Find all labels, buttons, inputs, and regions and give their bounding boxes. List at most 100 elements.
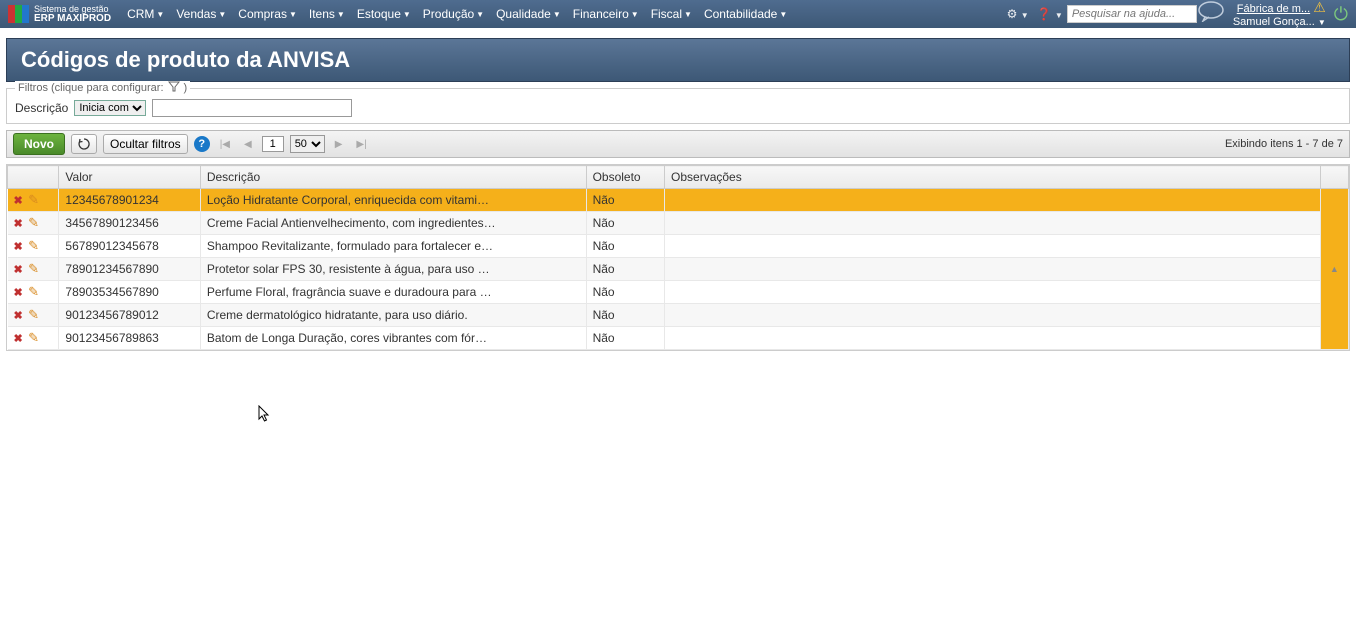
cell-obsoleto: Não xyxy=(586,281,664,304)
cell-descricao: Perfume Floral, fragrância suave e durad… xyxy=(200,281,586,304)
column-header-descricao[interactable]: Descrição xyxy=(200,166,586,189)
grid-toolbar: Novo Ocultar filtros ? |◀ ◀ 50 ▶ ▶| Exib… xyxy=(6,130,1350,158)
edit-icon[interactable]: ✎ xyxy=(28,261,39,276)
cell-observacoes xyxy=(665,258,1321,281)
mouse-cursor-icon xyxy=(258,405,272,428)
app-logo: Sistema de gestão ERP MAXIPROD xyxy=(8,5,111,24)
edit-icon[interactable]: ✎ xyxy=(28,238,39,253)
cell-descricao: Shampoo Revitalizante, formulado para fo… xyxy=(200,235,586,258)
column-header-scroll xyxy=(1320,166,1348,189)
menu-contabilidade[interactable]: Contabilidade ▼ xyxy=(700,5,791,23)
top-menu-bar: Sistema de gestão ERP MAXIPROD CRM ▼Vend… xyxy=(0,0,1356,28)
cell-observacoes xyxy=(665,304,1321,327)
filter-icon xyxy=(168,81,180,95)
edit-icon[interactable]: ✎ xyxy=(28,192,39,207)
page-size-select[interactable]: 50 xyxy=(290,135,325,153)
account-info[interactable]: Fábrica de m... ⚠ Samuel Gonça... ▼ xyxy=(1233,0,1326,29)
cell-valor: 90123456789863 xyxy=(59,327,200,350)
table-row[interactable]: ✖ ✎ 34567890123456Creme Facial Antienvelh… xyxy=(8,212,1349,235)
user-name: Samuel Gonça... xyxy=(1233,16,1315,28)
main-menu: CRM ▼Vendas ▼Compras ▼Itens ▼Estoque ▼Pr… xyxy=(123,5,1003,23)
menu-crm[interactable]: CRM ▼ xyxy=(123,5,168,23)
cell-valor: 78901234567890 xyxy=(59,258,200,281)
item-count-label: Exibindo itens 1 - 7 de 7 xyxy=(1225,138,1343,150)
cell-valor: 12345678901234 xyxy=(59,189,200,212)
pager-last-icon[interactable]: ▶| xyxy=(352,139,370,150)
page-number-input[interactable] xyxy=(262,136,284,152)
pager-next-icon[interactable]: ▶ xyxy=(331,139,347,150)
delete-icon[interactable]: ✖ xyxy=(14,264,23,276)
cell-obsoleto: Não xyxy=(586,327,664,350)
pager-prev-icon[interactable]: ◀ xyxy=(240,139,256,150)
chat-icon[interactable] xyxy=(1197,0,1225,28)
edit-icon[interactable]: ✎ xyxy=(28,330,39,345)
delete-icon[interactable]: ✖ xyxy=(14,333,23,345)
cell-observacoes xyxy=(665,281,1321,304)
cell-obsoleto: Não xyxy=(586,258,664,281)
cell-descricao: Protetor solar FPS 30, resistente à água… xyxy=(200,258,586,281)
cell-observacoes xyxy=(665,327,1321,350)
filter-value-input[interactable] xyxy=(152,99,352,117)
page-title: Códigos de produto da ANVISA xyxy=(6,38,1350,82)
help-search-input[interactable] xyxy=(1067,5,1197,23)
help-menu-icon[interactable]: ❓ ▼ xyxy=(1037,7,1063,21)
cell-obsoleto: Não xyxy=(586,212,664,235)
table-row[interactable]: ✖ ✎ 78901234567890Protetor solar FPS 30, … xyxy=(8,258,1349,281)
column-header-observacoes[interactable]: Observações xyxy=(665,166,1321,189)
menu-vendas[interactable]: Vendas ▼ xyxy=(172,5,230,23)
table-row[interactable]: ✖ ✎ 90123456789863Batom de Longa Duração,… xyxy=(8,327,1349,350)
power-icon[interactable]: ⏻ xyxy=(1334,4,1348,25)
cell-observacoes xyxy=(665,189,1321,212)
edit-icon[interactable]: ✎ xyxy=(28,215,39,230)
menu-compras[interactable]: Compras ▼ xyxy=(234,5,301,23)
system-name: ERP MAXIPROD xyxy=(34,13,111,24)
scrollbar-up-icon[interactable]: ▲ xyxy=(1320,189,1348,350)
menu-fiscal[interactable]: Fiscal ▼ xyxy=(647,5,696,23)
new-button[interactable]: Novo xyxy=(13,133,65,155)
menu-itens[interactable]: Itens ▼ xyxy=(305,5,349,23)
pager-first-icon[interactable]: |◀ xyxy=(216,139,234,150)
cell-valor: 34567890123456 xyxy=(59,212,200,235)
filter-operator-select[interactable]: Inicia com xyxy=(74,100,146,116)
cell-descricao: Loção Hidratante Corporal, enriquecida c… xyxy=(200,189,586,212)
menu-estoque[interactable]: Estoque ▼ xyxy=(353,5,415,23)
delete-icon[interactable]: ✖ xyxy=(14,241,23,253)
delete-icon[interactable]: ✖ xyxy=(14,287,23,299)
delete-icon[interactable]: ✖ xyxy=(14,218,23,230)
data-grid: Valor Descrição Obsoleto Observações ✖ ✎… xyxy=(6,164,1350,351)
table-row[interactable]: ✖ ✎ 90123456789012Creme dermatológico hid… xyxy=(8,304,1349,327)
cell-observacoes xyxy=(665,235,1321,258)
warning-icon: ⚠ xyxy=(1313,0,1326,15)
delete-icon[interactable]: ✖ xyxy=(14,195,23,207)
table-row[interactable]: ✖ ✎ 56789012345678Shampoo Revitalizante, … xyxy=(8,235,1349,258)
cell-descricao: Batom de Longa Duração, cores vibrantes … xyxy=(200,327,586,350)
company-name: Fábrica de m... xyxy=(1237,3,1310,15)
filters-legend[interactable]: Filtros (clique para configurar: ) xyxy=(15,81,190,95)
cell-obsoleto: Não xyxy=(586,189,664,212)
menu-financeiro[interactable]: Financeiro ▼ xyxy=(569,5,643,23)
cell-descricao: Creme Facial Antienvelhecimento, com ing… xyxy=(200,212,586,235)
column-header-valor[interactable]: Valor xyxy=(59,166,200,189)
cell-valor: 56789012345678 xyxy=(59,235,200,258)
filters-panel: Filtros (clique para configurar: ) Descr… xyxy=(6,88,1350,124)
table-row[interactable]: ✖ ✎ 12345678901234Loção Hidratante Corpor… xyxy=(8,189,1349,212)
edit-icon[interactable]: ✎ xyxy=(28,284,39,299)
menu-produção[interactable]: Produção ▼ xyxy=(419,5,488,23)
column-header-obsoleto[interactable]: Obsoleto xyxy=(586,166,664,189)
cell-obsoleto: Não xyxy=(586,304,664,327)
gear-icon[interactable]: ⚙ ▼ xyxy=(1007,7,1029,21)
cell-descricao: Creme dermatológico hidratante, para uso… xyxy=(200,304,586,327)
delete-icon[interactable]: ✖ xyxy=(14,310,23,322)
cell-valor: 78903534567890 xyxy=(59,281,200,304)
table-row[interactable]: ✖ ✎ 78903534567890Perfume Floral, fragrân… xyxy=(8,281,1349,304)
edit-icon[interactable]: ✎ xyxy=(28,307,39,322)
help-icon[interactable]: ? xyxy=(194,136,210,152)
menu-qualidade[interactable]: Qualidade ▼ xyxy=(492,5,565,23)
hide-filters-button[interactable]: Ocultar filtros xyxy=(103,134,188,154)
refresh-button[interactable] xyxy=(71,134,97,154)
cell-valor: 90123456789012 xyxy=(59,304,200,327)
cell-observacoes xyxy=(665,212,1321,235)
filter-field-label: Descrição xyxy=(15,101,68,115)
column-header-actions xyxy=(8,166,59,189)
cell-obsoleto: Não xyxy=(586,235,664,258)
